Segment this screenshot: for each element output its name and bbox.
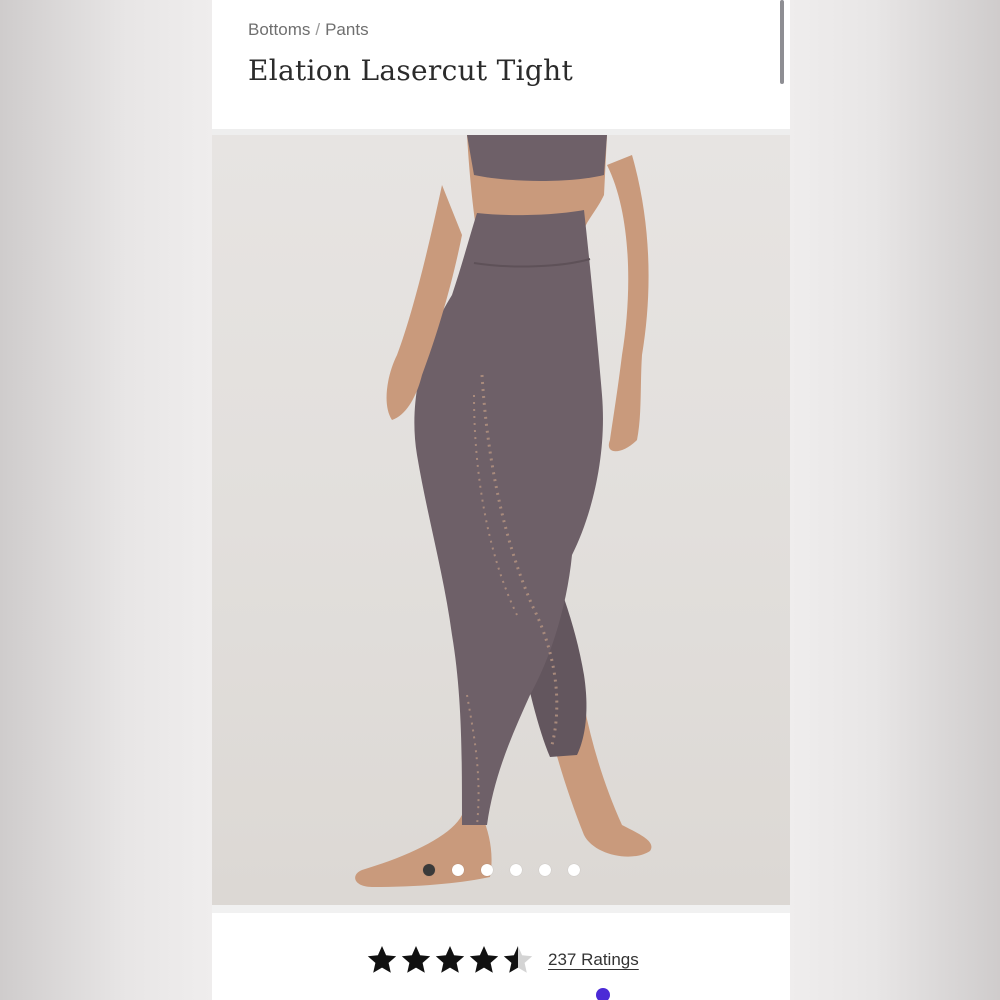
breadcrumb: Bottoms / Pants bbox=[248, 20, 369, 40]
half-star-icon bbox=[503, 946, 533, 973]
background-right bbox=[790, 0, 1000, 1000]
carousel-dot[interactable] bbox=[567, 864, 580, 876]
star-icon bbox=[401, 946, 431, 973]
product-title: Elation Lasercut Tight bbox=[248, 54, 574, 87]
carousel-dot[interactable] bbox=[509, 864, 522, 876]
scrollbar[interactable] bbox=[780, 0, 784, 84]
carousel-dot[interactable] bbox=[451, 864, 464, 876]
breadcrumb-separator: / bbox=[315, 20, 321, 39]
carousel-dot[interactable] bbox=[480, 864, 493, 876]
product-image bbox=[355, 135, 652, 887]
carousel-dot[interactable] bbox=[538, 864, 551, 876]
product-rating: 237 Ratings bbox=[366, 944, 639, 976]
carousel-dot[interactable] bbox=[422, 864, 435, 876]
divider bbox=[212, 905, 790, 913]
ratings-count-link[interactable]: 237 Ratings bbox=[548, 950, 639, 970]
background-left bbox=[0, 0, 212, 1000]
product-page: Bottoms / Pants Elation Lasercut Tight 2… bbox=[212, 0, 790, 1000]
product-image-carousel[interactable] bbox=[212, 135, 790, 905]
star-icon bbox=[469, 946, 499, 973]
star-icon bbox=[435, 946, 465, 973]
star-icon bbox=[367, 946, 397, 973]
partial-icon bbox=[596, 988, 610, 1000]
breadcrumb-item-pants[interactable]: Pants bbox=[325, 20, 368, 40]
rating-stars bbox=[366, 944, 534, 976]
carousel-pagination bbox=[212, 862, 790, 878]
breadcrumb-item-bottoms[interactable]: Bottoms bbox=[248, 20, 310, 40]
